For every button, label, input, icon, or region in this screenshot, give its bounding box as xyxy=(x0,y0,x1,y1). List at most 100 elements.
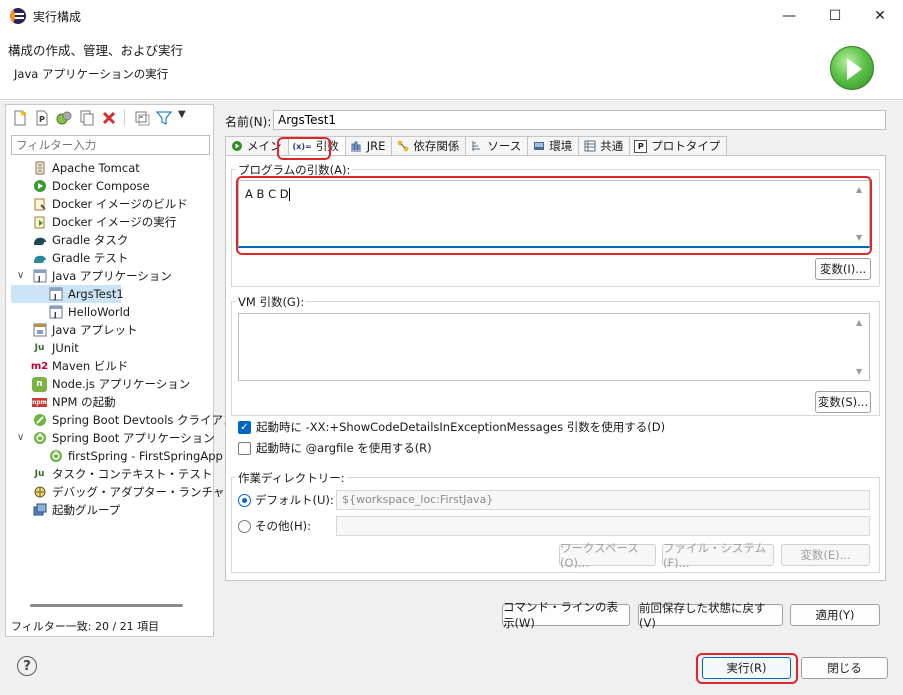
header-subtitle: Java アプリケーションの実行 xyxy=(14,67,169,81)
apply-button[interactable]: 適用(Y) xyxy=(790,604,880,626)
radio-unselected-icon xyxy=(238,519,251,533)
docker-build-icon xyxy=(32,197,47,212)
close-window-button[interactable]: ✕ xyxy=(857,0,903,32)
vm-arguments-label: VM 引数(G): xyxy=(236,294,307,310)
vm-args-scrollbar[interactable] xyxy=(855,316,867,378)
filesystem-button[interactable]: ファイル・システム(F)... xyxy=(662,541,774,570)
delete-config-icon[interactable] xyxy=(101,110,117,126)
task-context-icon: Ju xyxy=(34,469,45,479)
tree-item-nodejs[interactable]: n Node.js アプリケーション xyxy=(11,375,209,393)
maximize-button[interactable]: ☐ xyxy=(812,0,858,32)
common-tab-icon xyxy=(583,140,596,153)
minimize-button[interactable]: — xyxy=(766,0,812,32)
svg-text:J: J xyxy=(53,293,57,301)
tree-item-gradle-task[interactable]: Gradle タスク xyxy=(11,231,209,249)
nodejs-icon: n xyxy=(32,376,47,392)
checkbox-unchecked-icon xyxy=(238,441,251,455)
export-config-icon[interactable] xyxy=(56,110,72,126)
help-icon[interactable]: ? xyxy=(17,656,37,676)
config-name-input[interactable] xyxy=(273,110,886,130)
tree-item-argstest1[interactable]: J ArgsTest1 xyxy=(11,285,124,303)
highlight-program-arguments xyxy=(236,176,872,255)
tree-item-launch-group[interactable]: 起動グループ xyxy=(11,501,209,519)
new-prototype-icon[interactable]: P xyxy=(34,110,50,126)
tree-item-task-context-test[interactable]: Ju タスク・コンテキスト・テスト xyxy=(11,465,213,483)
launch-group-icon xyxy=(32,503,47,518)
junit-icon: Ju xyxy=(34,343,45,353)
vm-arguments-textarea[interactable] xyxy=(238,313,870,381)
workdir-variables-button[interactable]: 変数(E)... xyxy=(781,544,870,566)
show-command-line-button[interactable]: コマンド・ラインの表示(W) xyxy=(502,600,630,630)
tree-horizontal-scrollbar[interactable] xyxy=(30,604,183,607)
svg-text:J: J xyxy=(37,275,41,283)
new-config-icon[interactable] xyxy=(12,110,28,126)
spring-devtools-icon xyxy=(32,413,47,428)
prototype-tab-icon: P xyxy=(634,139,648,153)
tab-dependencies[interactable]: 依存関係 xyxy=(391,136,466,156)
eclipse-icon xyxy=(10,8,26,24)
java-config-icon: J xyxy=(48,305,63,320)
other-dir-input[interactable] xyxy=(336,516,870,536)
checkbox-checked-icon: ✓ xyxy=(238,420,251,434)
window-title: 実行構成 xyxy=(33,10,82,24)
debug-adapter-icon xyxy=(32,485,47,500)
spring-boot-icon xyxy=(32,431,47,446)
tree-item-java-application[interactable]: J Java アプリケーション xyxy=(11,267,209,285)
toolbar-divider xyxy=(124,110,125,126)
tree-item-gradle-test[interactable]: Gradle テスト xyxy=(11,249,209,267)
tree-item-junit[interactable]: Ju JUnit xyxy=(11,339,209,357)
java-app-icon: J xyxy=(32,269,47,284)
radio-selected-icon xyxy=(238,493,251,507)
name-label: 名前(N): xyxy=(225,115,272,129)
tab-prototype[interactable]: P プロトタイプ xyxy=(629,136,728,156)
tab-jre[interactable]: JRE xyxy=(344,136,392,156)
tree-item-maven-build[interactable]: m2 Maven ビルド xyxy=(11,357,209,375)
docker-compose-icon xyxy=(32,179,47,194)
npm-icon: npm xyxy=(32,397,47,407)
java-config-icon: J xyxy=(48,287,63,302)
revert-button[interactable]: 前回保存した状態に戻す(V) xyxy=(638,601,783,630)
source-tab-icon xyxy=(470,140,483,153)
working-directory-label: 作業ディレクトリー: xyxy=(236,470,347,486)
other-dir-radio[interactable]: その他(H): xyxy=(238,518,311,534)
svg-text:P: P xyxy=(39,115,45,124)
tree-item-debug-adapter[interactable]: デバッグ・アダプター・ランチャー xyxy=(11,483,236,501)
expand-java-application-chevron-icon[interactable]: ∨ xyxy=(17,270,24,281)
tab-environment[interactable]: 環境 xyxy=(527,136,579,156)
argfile-checkbox[interactable]: 起動時に @argfile を使用する(R) xyxy=(238,440,432,456)
tree-item-npm[interactable]: npm NPM の起動 xyxy=(11,393,209,411)
gradle-icon xyxy=(32,233,47,248)
vm-variables-button[interactable]: 変数(S)... xyxy=(815,391,871,413)
dependencies-tab-icon xyxy=(396,140,409,153)
tab-source[interactable]: ソース xyxy=(465,136,528,156)
tree-item-java-applet[interactable]: Java アプレット xyxy=(11,321,209,339)
gradle-test-icon xyxy=(32,251,47,266)
svg-text:J: J xyxy=(53,311,57,319)
show-details-checkbox[interactable]: ✓ 起動時に -XX:+ShowCodeDetailsInExceptionMe… xyxy=(238,419,665,435)
workspace-button[interactable]: ワークスペース(O)... xyxy=(559,541,656,570)
filter-input[interactable] xyxy=(11,135,210,155)
duplicate-config-icon[interactable] xyxy=(79,110,95,126)
tree-item-docker-build[interactable]: Docker イメージのビルド xyxy=(11,195,209,213)
filter-status: フィルター一致: 20 / 21 項目 xyxy=(11,620,160,633)
tree-item-apache-tomcat[interactable]: Apache Tomcat xyxy=(11,159,209,177)
program-variables-button[interactable]: 変数(I)... xyxy=(815,258,871,280)
view-menu-chevron-icon[interactable]: ▼ xyxy=(178,109,186,120)
run-banner-icon xyxy=(830,46,874,90)
header-title: 構成の作成、管理、および実行 xyxy=(8,43,184,58)
filter-icon[interactable] xyxy=(156,110,172,126)
close-button[interactable]: 閉じる xyxy=(801,657,888,679)
jre-tab-icon xyxy=(350,140,363,153)
config-tree: Apache Tomcat Docker Compose Docker イメージ… xyxy=(11,159,236,519)
tab-common[interactable]: 共通 xyxy=(578,136,630,156)
tree-item-firstspring[interactable]: firstSpring - FirstSpringApp xyxy=(11,447,223,465)
collapse-all-icon[interactable] xyxy=(134,110,150,126)
default-dir-radio[interactable]: デフォルト(U): xyxy=(238,492,334,508)
main-tab-icon xyxy=(230,140,243,153)
tree-item-docker-run[interactable]: Docker イメージの実行 xyxy=(11,213,209,231)
tree-item-docker-compose[interactable]: Docker Compose xyxy=(11,177,209,195)
tree-item-spring-devtools[interactable]: Spring Boot Devtools クライアン xyxy=(11,411,234,429)
tree-item-helloworld[interactable]: J HelloWorld xyxy=(11,303,209,321)
tree-item-spring-boot-app[interactable]: Spring Boot アプリケーション xyxy=(11,429,215,447)
expand-spring-boot-chevron-icon[interactable]: ∨ xyxy=(17,432,24,443)
